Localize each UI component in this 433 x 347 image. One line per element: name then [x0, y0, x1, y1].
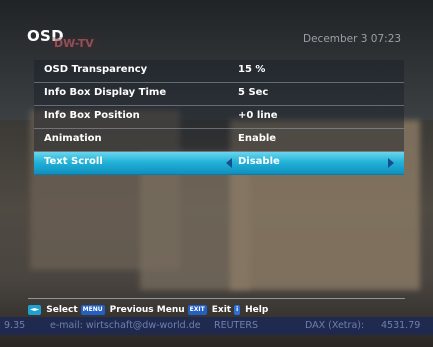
- news-ticker: 9.35 e-mail: wirtschaft@dw-world.de REUT…: [0, 317, 433, 335]
- menu-item-label: OSD Transparency: [44, 64, 148, 75]
- arrow-right-icon[interactable]: [388, 158, 394, 168]
- select-hint: Select: [46, 305, 78, 315]
- date-time: December 3 07:23: [303, 33, 402, 45]
- arrow-left-icon[interactable]: [226, 158, 232, 168]
- menu-item-animation[interactable]: Animation Enable: [34, 129, 404, 152]
- menu-item-osd-transparency[interactable]: OSD Transparency 15 %: [34, 60, 404, 83]
- ticker-index-value: 4531.79: [381, 320, 421, 331]
- exit-key-icon: EXIT: [187, 305, 207, 315]
- menu-item-value: 5 Sec: [238, 87, 269, 98]
- menu-item-label: Text Scroll: [44, 156, 103, 167]
- menu-item-info-box-display-time[interactable]: Info Box Display Time 5 Sec: [34, 83, 404, 106]
- menu-key-icon: MENU: [80, 305, 105, 315]
- menu-item-label: Animation: [44, 133, 102, 144]
- osd-settings-menu: OSD Transparency 15 % Info Box Display T…: [34, 60, 404, 175]
- menu-item-label: Info Box Display Time: [44, 87, 167, 98]
- help-hint: Help: [245, 305, 269, 315]
- menu-item-value: Disable: [238, 156, 280, 167]
- menu-item-value: 15 %: [238, 64, 266, 75]
- left-right-key-icon: ◄►: [28, 305, 42, 315]
- menu-item-value: +0 line: [238, 110, 278, 121]
- exit-hint: Exit: [211, 305, 232, 315]
- channel-logo: DW-TV: [50, 37, 98, 50]
- ticker-email: e-mail: wirtschaft@dw-world.de: [50, 320, 201, 331]
- menu-item-info-box-position[interactable]: Info Box Position +0 line: [34, 106, 404, 129]
- ticker-index-label: DAX (Xetra):: [305, 320, 365, 331]
- previous-menu-hint: Previous Menu: [109, 305, 185, 315]
- key-help-bar: ◄► Select MENU Previous Menu EXIT Exit i…: [28, 303, 268, 317]
- tv-screen: OSD DW-TV December 3 07:23 OSD Transpare…: [0, 0, 433, 347]
- menu-item-text-scroll[interactable]: Text Scroll Disable: [34, 152, 404, 175]
- footer-divider: [28, 298, 405, 299]
- menu-item-label: Info Box Position: [44, 110, 140, 121]
- ticker-fragment: 9.35: [4, 320, 26, 331]
- info-key-icon: i: [234, 305, 241, 315]
- ticker-source: REUTERS: [214, 320, 258, 331]
- menu-item-value: Enable: [238, 133, 277, 144]
